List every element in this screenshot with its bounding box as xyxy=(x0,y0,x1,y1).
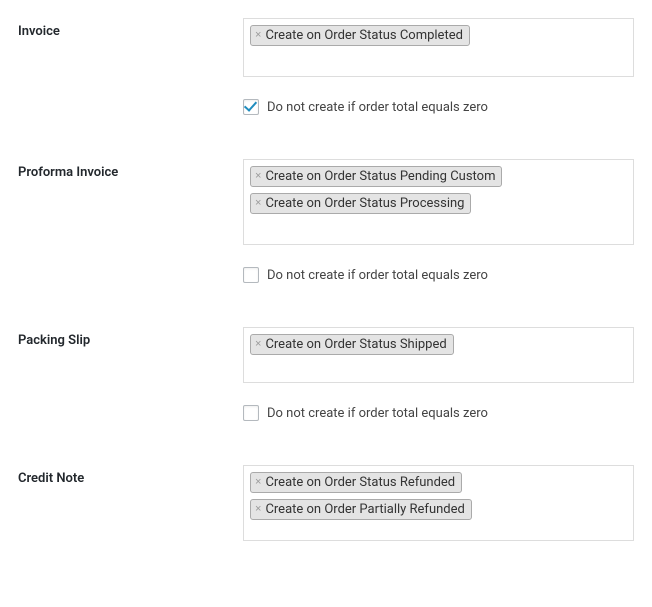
close-icon[interactable]: × xyxy=(255,30,261,41)
packing-zero-label[interactable]: Do not create if order total equals zero xyxy=(267,406,488,421)
packing-label: Packing Slip xyxy=(18,327,243,348)
proforma-tag-input[interactable]: × Create on Order Status Pending Custom … xyxy=(243,159,634,245)
invoice-zero-label[interactable]: Do not create if order total equals zero xyxy=(267,100,488,115)
invoice-tag-input[interactable]: × Create on Order Status Completed xyxy=(243,18,634,77)
close-icon[interactable]: × xyxy=(255,198,261,209)
packing-zero-checkbox[interactable] xyxy=(243,405,259,421)
proforma-zero-label[interactable]: Do not create if order total equals zero xyxy=(267,268,488,283)
packing-tag-input[interactable]: × Create on Order Status Shipped xyxy=(243,327,634,383)
tag-label: Create on Order Partially Refunded xyxy=(265,502,464,517)
proforma-tag-0[interactable]: × Create on Order Status Pending Custom xyxy=(250,166,502,187)
tag-label: Create on Order Status Shipped xyxy=(265,337,446,352)
credit-tag-input[interactable]: × Create on Order Status Refunded × Crea… xyxy=(243,465,634,541)
proforma-label: Proforma Invoice xyxy=(18,159,243,180)
close-icon[interactable]: × xyxy=(255,339,261,350)
invoice-label: Invoice xyxy=(18,18,243,39)
close-icon[interactable]: × xyxy=(255,504,261,515)
close-icon[interactable]: × xyxy=(255,171,261,182)
credit-label: Credit Note xyxy=(18,465,243,486)
proforma-tag-1[interactable]: × Create on Order Status Processing xyxy=(250,193,471,214)
tag-label: Create on Order Status Completed xyxy=(265,28,463,43)
credit-tag-0[interactable]: × Create on Order Status Refunded xyxy=(250,472,462,493)
tag-label: Create on Order Status Pending Custom xyxy=(265,169,495,184)
tag-label: Create on Order Status Processing xyxy=(265,196,464,211)
invoice-tag-0[interactable]: × Create on Order Status Completed xyxy=(250,25,470,46)
credit-tag-1[interactable]: × Create on Order Partially Refunded xyxy=(250,499,472,520)
invoice-zero-checkbox[interactable] xyxy=(243,99,259,115)
close-icon[interactable]: × xyxy=(255,477,261,488)
proforma-zero-checkbox[interactable] xyxy=(243,267,259,283)
packing-tag-0[interactable]: × Create on Order Status Shipped xyxy=(250,334,454,355)
tag-label: Create on Order Status Refunded xyxy=(265,475,455,490)
